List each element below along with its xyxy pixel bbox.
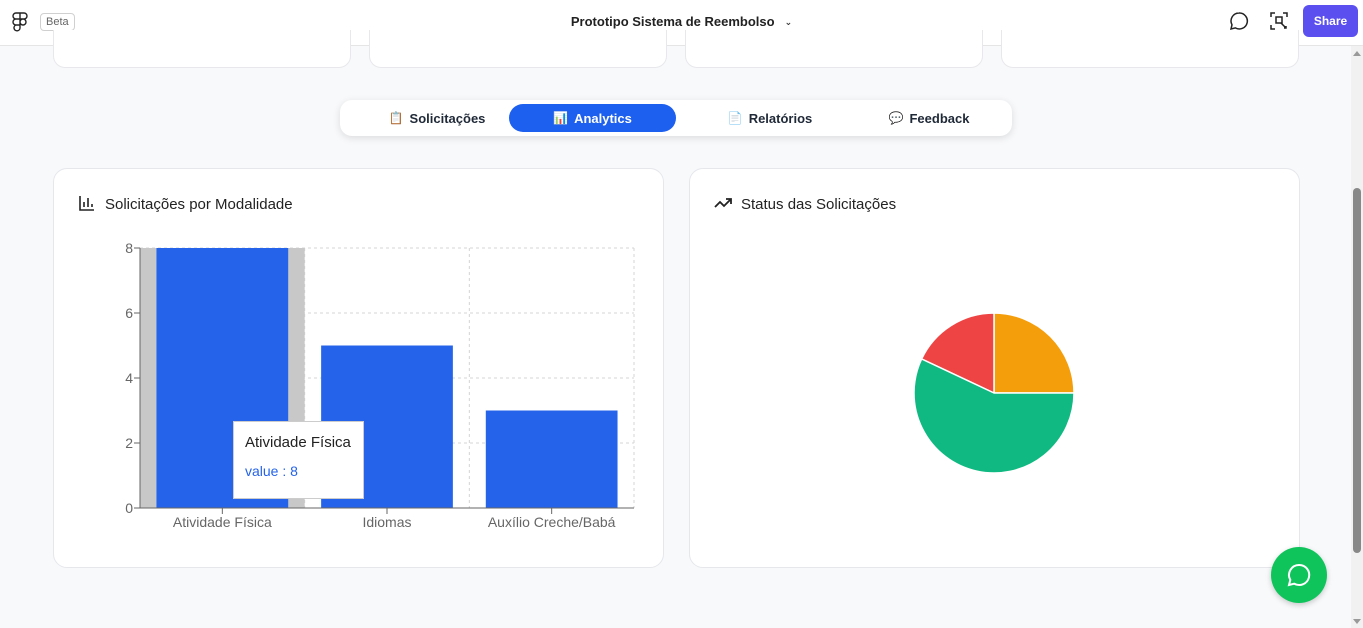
x-tick-label: Idiomas [362, 514, 411, 530]
y-tick-label: 8 [125, 240, 133, 256]
y-tick-label: 0 [125, 500, 133, 516]
chart-tooltip: Atividade Física value : 8 [233, 421, 364, 499]
whatsapp-chat-button[interactable] [1271, 547, 1327, 603]
scroll-up-arrow-icon[interactable] [1353, 51, 1361, 56]
scrollbar[interactable] [1351, 46, 1363, 628]
panel-title: Status das Solicitações [741, 196, 897, 213]
tooltip-value: value : 8 [245, 463, 298, 479]
x-tick-label: Auxílio Creche/Babá [488, 514, 616, 530]
bar [485, 410, 618, 508]
scrollbar-thumb[interactable] [1353, 188, 1361, 553]
tooltip-title: Atividade Física [245, 434, 351, 451]
pie-chart-panel: Status das Solicitações [689, 168, 1300, 568]
trending-up-icon [714, 198, 732, 208]
x-tick-label: Atividade Física [173, 514, 272, 530]
y-tick-label: 6 [125, 305, 133, 321]
chat-icon [1287, 563, 1311, 587]
y-tick-label: 4 [125, 370, 133, 386]
y-tick-label: 2 [125, 435, 133, 451]
scroll-down-arrow-icon[interactable] [1353, 619, 1361, 624]
